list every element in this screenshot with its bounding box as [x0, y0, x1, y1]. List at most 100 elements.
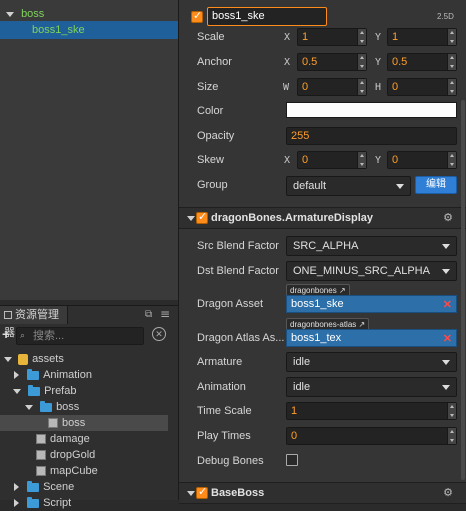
clear-search-icon[interactable]: ✕: [152, 327, 166, 341]
color-label: Color: [197, 105, 224, 117]
animation-select[interactable]: idle: [286, 377, 457, 397]
asset-tree-row[interactable]: Script: [0, 495, 178, 511]
size-h-axis: H: [375, 82, 382, 93]
dragon-atlas-type-tag: dragonbones-atlas ↗: [286, 318, 370, 329]
link-icon[interactable]: ↗: [359, 320, 366, 329]
collapse-arrow-icon[interactable]: [14, 371, 19, 380]
component-title: dragonBones.ArmatureDisplay: [211, 212, 373, 224]
maximize-icon[interactable]: ⧉: [145, 309, 152, 320]
expand-arrow-icon[interactable]: [25, 404, 33, 410]
scale-y-input[interactable]: 1: [387, 28, 457, 46]
animation-label: Animation: [197, 381, 246, 393]
play-times-spinner[interactable]: [447, 428, 456, 444]
clear-asset-icon[interactable]: ✕: [443, 331, 452, 347]
anchor-y-axis: Y: [375, 57, 382, 68]
scale-x-value: 1: [302, 31, 309, 43]
component-enabled-checkbox[interactable]: [196, 485, 208, 499]
skew-y-value: 0: [392, 154, 399, 166]
asset-label: dropGold: [50, 449, 96, 461]
anchor-y-input[interactable]: 0.5: [387, 53, 457, 71]
skew-y-spinner[interactable]: [447, 152, 456, 168]
search-icon: ⌕: [20, 331, 26, 341]
tab-assets[interactable]: 资源管理器: [0, 306, 68, 339]
inspector-scrollbar[interactable]: [461, 100, 465, 480]
assets-panel: 资源管理器 ⧉ ≡ + ⌕ 搜索... ✕ assets Animation P…: [0, 305, 178, 509]
asset-tree-row[interactable]: Prefab: [0, 383, 178, 399]
tree-node-boss1-ske[interactable]: boss1_ske: [0, 21, 178, 39]
asset-tree-row[interactable]: dropGold: [0, 447, 178, 463]
dragon-asset-label: Dragon Asset: [197, 298, 264, 310]
node-active-checkbox[interactable]: [191, 9, 203, 23]
asset-tree-row[interactable]: mapCube: [0, 463, 178, 479]
scale-x-axis: X: [284, 32, 291, 43]
expand-arrow-icon[interactable]: [187, 491, 195, 496]
size-w-axis: W: [283, 82, 290, 93]
gear-icon[interactable]: ⚙: [443, 486, 453, 499]
time-scale-input[interactable]: 1: [286, 402, 457, 420]
expand-arrow-icon[interactable]: [13, 388, 21, 394]
clear-asset-icon[interactable]: ✕: [443, 297, 452, 313]
scale-y-value: 1: [392, 31, 399, 43]
asset-tree-row[interactable]: Animation: [0, 367, 178, 383]
debug-bones-checkbox[interactable]: [286, 454, 298, 466]
skew-x-input[interactable]: 0: [297, 151, 367, 169]
expand-arrow-icon[interactable]: [4, 356, 12, 362]
asset-tree-row[interactable]: boss: [0, 399, 178, 415]
anchor-y-spinner[interactable]: [447, 54, 456, 70]
dragon-atlas-label: Dragon Atlas As...: [197, 332, 285, 344]
link-icon[interactable]: ↗: [339, 286, 346, 295]
skew-x-value: 0: [302, 154, 309, 166]
armature-select[interactable]: idle: [286, 352, 457, 372]
expand-arrow-icon[interactable]: [187, 216, 195, 221]
node-name-input[interactable]: boss1_ske: [207, 7, 327, 26]
asset-label: Animation: [43, 369, 92, 381]
size-w-spinner[interactable]: [357, 79, 366, 95]
asset-tree-row[interactable]: Scene: [0, 479, 178, 495]
collapse-arrow-icon[interactable]: [14, 499, 19, 508]
size-h-spinner[interactable]: [447, 79, 456, 95]
asset-search-input[interactable]: ⌕ 搜索...: [16, 327, 144, 345]
edit-group-button[interactable]: 编辑: [415, 176, 457, 194]
expand-arrow-icon[interactable]: [6, 11, 14, 17]
color-swatch[interactable]: [286, 102, 457, 118]
skew-x-spinner[interactable]: [357, 152, 366, 168]
size-h-input[interactable]: 0: [387, 78, 457, 96]
baseboss-component-header[interactable]: BaseBoss ⚙: [179, 482, 466, 504]
scale-x-spinner[interactable]: [357, 29, 366, 45]
component-enabled-checkbox[interactable]: [196, 210, 208, 224]
asset-tree-row[interactable]: assets: [0, 351, 178, 367]
src-blend-select[interactable]: SRC_ALPHA: [286, 236, 457, 256]
asset-type-label: dragonbones-atlas: [290, 320, 357, 329]
assets-db-icon: [18, 353, 29, 365]
play-times-input[interactable]: 0: [286, 427, 457, 445]
dragonbones-component-header[interactable]: dragonBones.ArmatureDisplay ⚙: [179, 207, 466, 229]
collapse-arrow-icon[interactable]: [14, 483, 19, 492]
folder-icon: [27, 368, 40, 380]
folder-icon: [27, 480, 40, 492]
time-scale-spinner[interactable]: [447, 403, 456, 419]
scale-y-spinner[interactable]: [447, 29, 456, 45]
gear-icon[interactable]: ⚙: [443, 211, 453, 224]
scale-x-input[interactable]: 1: [297, 28, 367, 46]
asset-tree-row[interactable]: damage: [0, 431, 178, 447]
group-select[interactable]: default: [286, 176, 411, 196]
chevron-down-icon: [442, 244, 450, 249]
time-scale-label: Time Scale: [197, 405, 252, 417]
size-w-value: 0: [302, 81, 309, 93]
skew-y-input[interactable]: 0: [387, 151, 457, 169]
menu-icon[interactable]: ≡: [160, 307, 170, 321]
src-blend-value: SRC_ALPHA: [293, 240, 359, 252]
chevron-down-icon: [396, 184, 404, 189]
assets-tab-icon: [4, 311, 12, 320]
dragon-asset-field[interactable]: boss1_ske ✕: [286, 295, 457, 313]
asset-tree-row-selected[interactable]: boss: [0, 415, 168, 431]
size-w-input[interactable]: 0: [297, 78, 367, 96]
anchor-x-input[interactable]: 0.5: [297, 53, 367, 71]
chevron-down-icon: [442, 269, 450, 274]
opacity-input[interactable]: 255: [286, 127, 457, 145]
add-icon[interactable]: +: [2, 326, 10, 342]
anchor-x-spinner[interactable]: [357, 54, 366, 70]
dst-blend-select[interactable]: ONE_MINUS_SRC_ALPHA: [286, 261, 457, 281]
asset-label: Script: [43, 497, 72, 509]
dragon-atlas-field[interactable]: boss1_tex ✕: [286, 329, 457, 347]
